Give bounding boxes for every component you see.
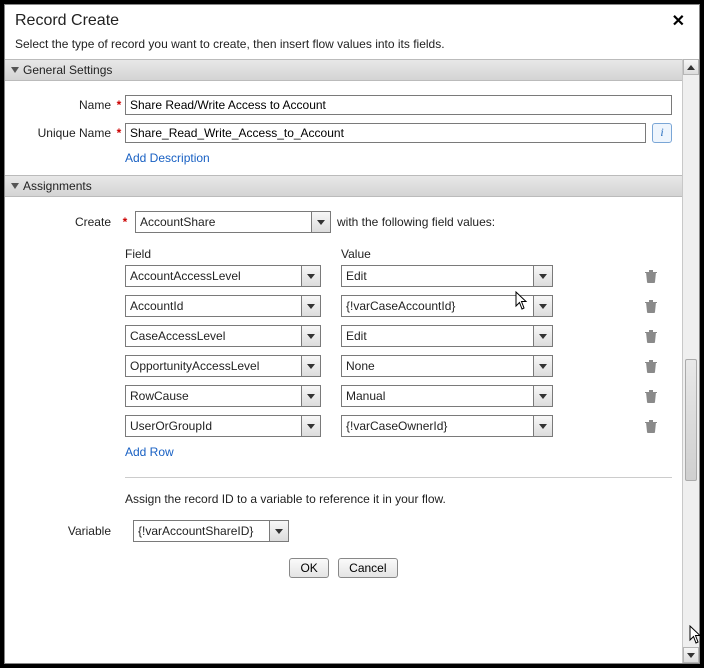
trash-icon[interactable]: [644, 418, 658, 434]
separator: [125, 477, 672, 478]
section-assignments-title: Assignments: [23, 179, 92, 193]
name-label: Name: [15, 98, 115, 112]
disclosure-triangle-icon: [11, 183, 19, 189]
value-combo[interactable]: {!varCaseOwnerId}: [341, 415, 553, 437]
record-create-dialog: Record Create ✕ Select the type of recor…: [4, 4, 700, 664]
unique-name-label: Unique Name: [15, 126, 115, 140]
value-combo[interactable]: Edit: [341, 325, 553, 347]
chevron-down-icon[interactable]: [533, 326, 552, 346]
section-general-header[interactable]: General Settings: [5, 59, 682, 81]
value-value: Edit: [342, 326, 533, 346]
field-value: AccountId: [126, 296, 301, 316]
value-value: {!varCaseOwnerId}: [342, 416, 533, 436]
section-assignments-body: Create * AccountShare with the following…: [5, 197, 682, 552]
chevron-down-icon[interactable]: [533, 296, 552, 316]
field-value: RowCause: [126, 386, 301, 406]
section-general-body: Name * Unique Name * i Add Description: [5, 81, 682, 175]
chevron-down-icon[interactable]: [301, 416, 320, 436]
name-input[interactable]: [125, 95, 672, 115]
chevron-down-icon[interactable]: [533, 416, 552, 436]
create-object-value: AccountShare: [136, 212, 311, 232]
create-label: Create: [15, 215, 115, 229]
chevron-down-icon[interactable]: [301, 296, 320, 316]
chevron-down-icon[interactable]: [301, 356, 320, 376]
field-combo[interactable]: OpportunityAccessLevel: [125, 355, 321, 377]
trash-icon[interactable]: [644, 298, 658, 314]
info-icon[interactable]: i: [652, 123, 672, 143]
field-combo[interactable]: UserOrGroupId: [125, 415, 321, 437]
chevron-down-icon[interactable]: [301, 326, 320, 346]
value-value: Edit: [342, 266, 533, 286]
required-marker: *: [121, 215, 129, 229]
trash-icon[interactable]: [644, 328, 658, 344]
section-assignments-header[interactable]: Assignments: [5, 175, 682, 197]
assignment-row: RowCause Manual: [125, 385, 672, 407]
dialog-header: Record Create ✕: [5, 5, 699, 33]
variable-value: {!varAccountShareID}: [134, 521, 269, 541]
assignment-row: AccountId {!varCaseAccountId}: [125, 295, 672, 317]
value-combo[interactable]: {!varCaseAccountId}: [341, 295, 553, 317]
section-general-title: General Settings: [23, 63, 112, 77]
add-row-link[interactable]: Add Row: [125, 445, 174, 459]
ok-button[interactable]: OK: [289, 558, 328, 578]
create-suffix-text: with the following field values:: [337, 215, 495, 229]
value-combo[interactable]: None: [341, 355, 553, 377]
chevron-down-icon[interactable]: [533, 356, 552, 376]
required-marker: *: [115, 98, 123, 112]
dialog-body: General Settings Name * Unique Name * i …: [5, 59, 682, 663]
disclosure-triangle-icon: [11, 67, 19, 73]
value-value: Manual: [342, 386, 533, 406]
field-value: AccountAccessLevel: [126, 266, 301, 286]
create-object-combo[interactable]: AccountShare: [135, 211, 331, 233]
field-combo[interactable]: AccountAccessLevel: [125, 265, 321, 287]
assignment-row: UserOrGroupId {!varCaseOwnerId}: [125, 415, 672, 437]
assignment-row: AccountAccessLevel Edit: [125, 265, 672, 287]
trash-icon[interactable]: [644, 268, 658, 284]
dialog-subtitle: Select the type of record you want to cr…: [5, 33, 699, 59]
variable-label: Variable: [15, 524, 115, 538]
chevron-down-icon[interactable]: [269, 521, 288, 541]
button-bar: OK Cancel: [5, 552, 682, 586]
value-column-header: Value: [341, 247, 553, 261]
assign-id-hint: Assign the record ID to a variable to re…: [125, 492, 672, 506]
field-value: CaseAccessLevel: [126, 326, 301, 346]
scroll-down-icon[interactable]: [683, 647, 699, 663]
vertical-scrollbar[interactable]: [682, 59, 699, 663]
field-combo[interactable]: CaseAccessLevel: [125, 325, 321, 347]
field-value: UserOrGroupId: [126, 416, 301, 436]
unique-name-input[interactable]: [125, 123, 646, 143]
assignment-row: OpportunityAccessLevel None: [125, 355, 672, 377]
value-value: None: [342, 356, 533, 376]
scroll-up-icon[interactable]: [683, 59, 699, 75]
value-value: {!varCaseAccountId}: [342, 296, 533, 316]
cancel-button[interactable]: Cancel: [338, 558, 397, 578]
field-value: OpportunityAccessLevel: [126, 356, 301, 376]
chevron-down-icon[interactable]: [311, 212, 330, 232]
chevron-down-icon[interactable]: [533, 386, 552, 406]
required-marker: *: [115, 126, 123, 140]
value-combo[interactable]: Manual: [341, 385, 553, 407]
field-combo[interactable]: RowCause: [125, 385, 321, 407]
trash-icon[interactable]: [644, 388, 658, 404]
dialog-title: Record Create: [15, 12, 668, 30]
chevron-down-icon[interactable]: [301, 386, 320, 406]
close-icon[interactable]: ✕: [668, 11, 689, 31]
chevron-down-icon[interactable]: [301, 266, 320, 286]
trash-icon[interactable]: [644, 358, 658, 374]
variable-combo[interactable]: {!varAccountShareID}: [133, 520, 289, 542]
add-description-link[interactable]: Add Description: [125, 151, 210, 165]
field-column-header: Field: [125, 247, 321, 261]
field-combo[interactable]: AccountId: [125, 295, 321, 317]
value-combo[interactable]: Edit: [341, 265, 553, 287]
assignment-row: CaseAccessLevel Edit: [125, 325, 672, 347]
scroll-thumb[interactable]: [685, 359, 697, 481]
chevron-down-icon[interactable]: [533, 266, 552, 286]
